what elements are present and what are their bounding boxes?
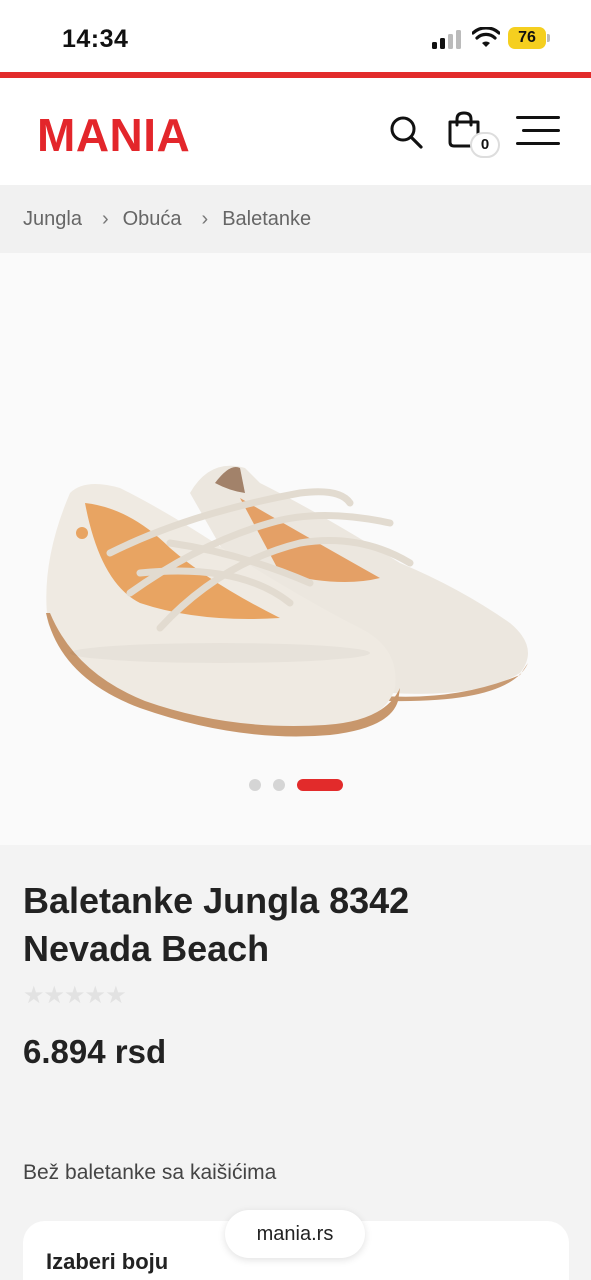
battery-level: 76: [518, 29, 536, 46]
breadcrumb-item-obuca[interactable]: Obuća: [123, 208, 182, 231]
hamburger-menu-icon[interactable]: [514, 116, 560, 148]
cart-count-badge: 0: [470, 132, 500, 158]
color-selector-label: Izaberi boju: [46, 1249, 169, 1274]
cart-button[interactable]: 0: [446, 110, 500, 158]
gallery-pagination: [0, 777, 591, 791]
product-title: Baletanke Jungla 8342 Nevada Beach: [23, 880, 410, 969]
chevron-right-icon: ›: [101, 207, 109, 230]
status-time: 14:34: [62, 25, 129, 53]
gallery-dot-2[interactable]: [273, 779, 285, 791]
chevron-right-icon: ›: [201, 207, 209, 230]
brand-logo[interactable]: MANIA: [37, 108, 190, 162]
search-icon[interactable]: [388, 114, 424, 150]
status-bar: 14:34 76: [0, 0, 591, 72]
product-price: 6.894 rsd: [23, 1033, 167, 1070]
signal-icon: [432, 29, 464, 49]
breadcrumb-item-baletanke[interactable]: Baletanke: [222, 208, 311, 231]
breadcrumb: Jungla › Obuća › Baletanke: [0, 185, 591, 253]
wifi-icon: [472, 27, 500, 47]
site-header: MANIA 0: [0, 78, 591, 185]
battery-icon: 76: [508, 27, 550, 49]
product-image[interactable]: [40, 453, 540, 763]
product-gallery[interactable]: [0, 253, 591, 845]
browser-url-pill[interactable]: mania.rs: [225, 1210, 365, 1258]
breadcrumb-item-jungla[interactable]: Jungla: [23, 208, 82, 231]
rating-stars[interactable]: ★★★★★: [23, 981, 127, 1010]
gallery-dot-1[interactable]: [249, 779, 261, 791]
product-description: Bež baletanke sa kaišićima: [23, 1161, 277, 1184]
gallery-dot-3-active[interactable]: [297, 779, 343, 791]
